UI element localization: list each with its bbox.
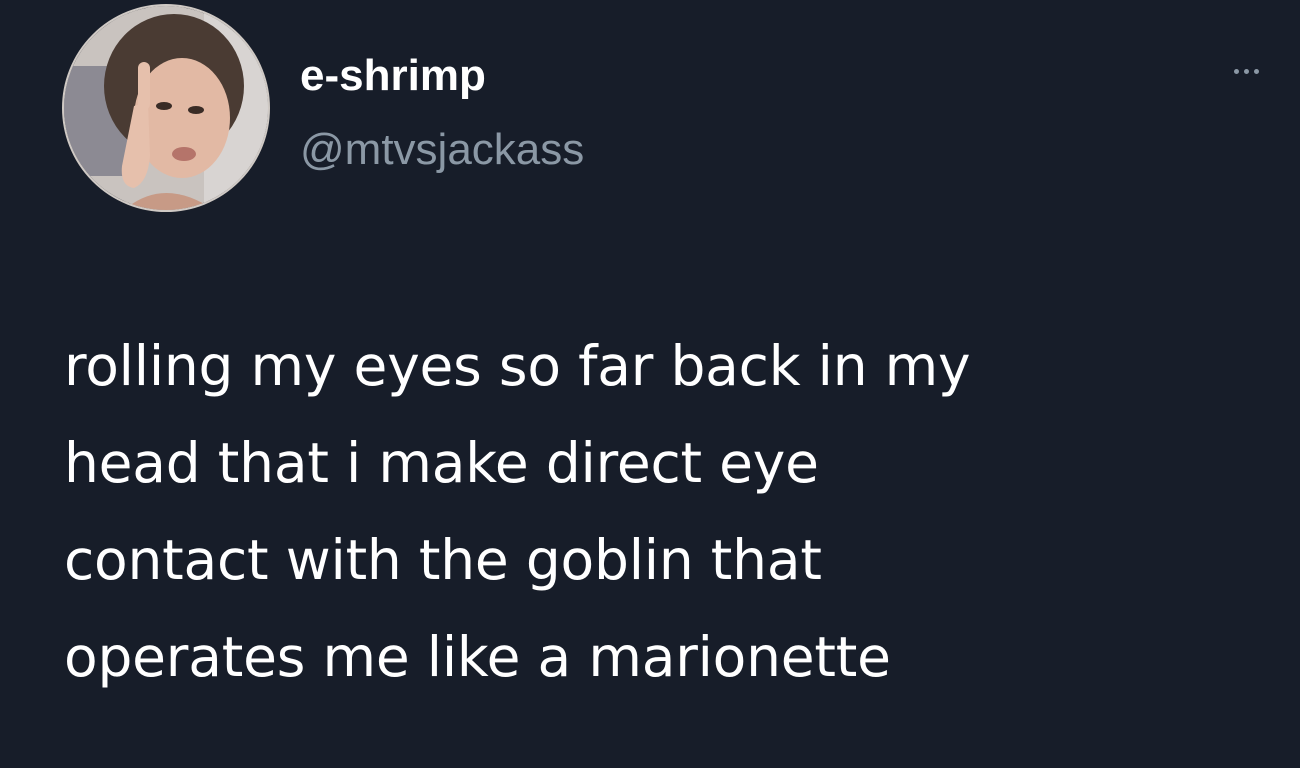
more-dot: [1233, 68, 1239, 74]
more-dot: [1253, 68, 1259, 74]
tweet-text-line: rolling my eyes so far back in my: [64, 334, 971, 398]
tweet-card: e-shrimp @mtvsjackass rolling my eyes so…: [0, 0, 1300, 768]
more-options-icon[interactable]: [1218, 58, 1274, 84]
tweet-text: rolling my eyes so far back in my head t…: [64, 318, 1264, 706]
more-dot: [1243, 68, 1249, 74]
profile-photo-icon: [64, 6, 268, 210]
author-display-name[interactable]: e-shrimp: [300, 48, 486, 104]
tweet-text-line: head that i make direct eye: [64, 431, 819, 495]
tweet-text-line: operates me like a marionette: [64, 625, 891, 689]
author-handle[interactable]: @mtvsjackass: [300, 122, 584, 178]
author-avatar[interactable]: [62, 4, 270, 212]
tweet-text-line: contact with the goblin that: [64, 528, 822, 592]
